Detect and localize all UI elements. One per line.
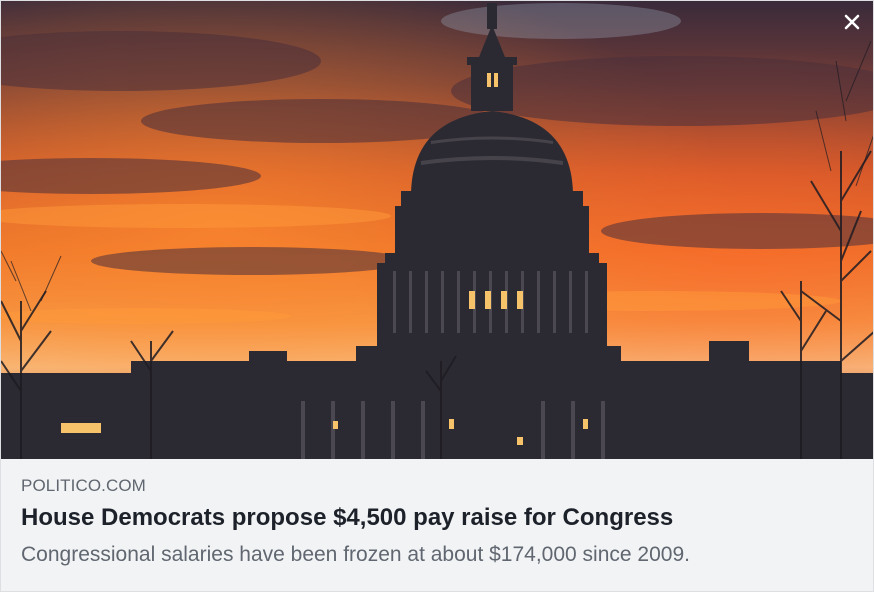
article-headline[interactable]: House Democrats propose $4,500 pay raise… [21, 503, 855, 533]
close-button[interactable] [839, 9, 865, 35]
link-caption[interactable]: POLITICO.COM House Democrats propose $4,… [1, 459, 873, 591]
link-preview-card[interactable]: POLITICO.COM House Democrats propose $4,… [0, 0, 874, 592]
close-icon [844, 14, 860, 30]
article-description: Congressional salaries have been frozen … [21, 543, 690, 566]
source-domain: POLITICO.COM [21, 476, 146, 495]
capitol-sunset-photo[interactable] [1, 1, 874, 459]
